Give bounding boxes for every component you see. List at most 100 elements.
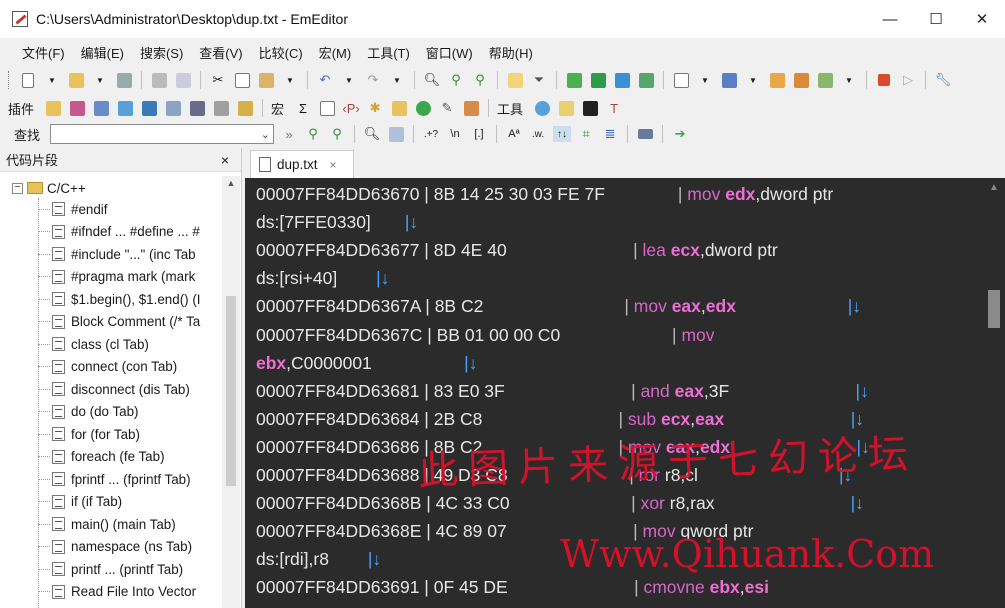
options-icon[interactable] — [636, 126, 654, 142]
paste-icon[interactable] — [257, 72, 275, 88]
menu-search[interactable]: 搜索(S) — [132, 43, 191, 62]
find-in-files-icon[interactable] — [390, 100, 408, 116]
html-bar-icon[interactable] — [212, 100, 230, 116]
word-count-icon[interactable] — [188, 100, 206, 116]
regex-toggle[interactable]: .+? — [422, 126, 440, 142]
scroll-thumb[interactable] — [226, 296, 236, 486]
play-macro-icon[interactable]: ▷ — [899, 72, 917, 88]
snippet-item[interactable]: do (do Tab) — [38, 401, 139, 424]
print-icon[interactable] — [150, 72, 168, 88]
find-prev-icon[interactable]: ⚲ — [471, 72, 489, 88]
find-icon[interactable]: 🔍︎ — [423, 72, 441, 88]
snippet-item[interactable]: #endif — [38, 198, 107, 221]
snippet-item[interactable]: #include "..." (inc Tab — [38, 243, 196, 266]
dropdown-arrow-icon[interactable]: ▼ — [840, 72, 858, 88]
maximize-button[interactable]: ☐ — [913, 0, 959, 38]
save-icon[interactable] — [115, 72, 133, 88]
menu-tools[interactable]: 工具(T) — [359, 43, 418, 62]
clipboard-icon[interactable] — [462, 100, 480, 116]
dropdown-arrow-icon[interactable]: ▼ — [744, 72, 762, 88]
snippet-item[interactable]: for (for Tab) — [38, 423, 140, 446]
dropdown-arrow-icon[interactable]: ▼ — [340, 72, 358, 88]
minimize-button[interactable]: — — [867, 0, 913, 38]
snippet-item[interactable]: fprintf ... (fprintf Tab) — [38, 468, 191, 491]
scroll-thumb[interactable] — [988, 290, 1000, 328]
find-prev-icon[interactable]: ⚲ — [328, 126, 346, 142]
projects-icon[interactable] — [116, 100, 134, 116]
filter-icon[interactable]: ⏷ — [530, 72, 548, 88]
snippets-icon[interactable] — [140, 100, 158, 116]
chevron-down-icon[interactable]: ⌄ — [261, 128, 270, 141]
snippet-item[interactable]: Read File Into Vector — [38, 581, 196, 604]
document-icon[interactable] — [672, 72, 690, 88]
copy-icon[interactable] — [233, 72, 251, 88]
character-map-icon[interactable] — [236, 100, 254, 116]
menu-compare[interactable]: 比较(C) — [251, 43, 311, 62]
snippet-item[interactable]: $1.begin(), $1.end() (I — [38, 288, 201, 311]
highlight-icon[interactable] — [506, 72, 524, 88]
new-file-icon[interactable] — [19, 72, 37, 88]
scroll-up-icon[interactable]: ▲ — [222, 178, 240, 194]
split-horizontal-icon[interactable] — [589, 72, 607, 88]
sigma-icon[interactable]: Σ — [294, 100, 312, 116]
chart-icon[interactable] — [816, 72, 834, 88]
tag-icon[interactable]: ‹P› — [342, 100, 360, 116]
snippet-item[interactable]: #ifndef ... #define ... # — [38, 221, 200, 244]
open-folder-icon[interactable] — [67, 72, 85, 88]
snippet-item[interactable]: if (if Tab) — [38, 491, 122, 514]
escape-toggle[interactable]: \n — [446, 126, 464, 142]
direction-toggle[interactable]: ↑↓ — [553, 126, 572, 142]
close-icon[interactable]: × — [221, 152, 229, 168]
menu-window[interactable]: 窗口(W) — [418, 43, 481, 62]
double-chevron-icon[interactable]: » — [280, 126, 298, 142]
bookmark-matches-icon[interactable]: ≣ — [601, 126, 619, 142]
toolbar-grip[interactable] — [8, 71, 11, 89]
pen-icon[interactable]: ✎ — [438, 100, 456, 116]
find-next-icon[interactable]: ⚲ — [304, 126, 322, 142]
find-all-icon[interactable] — [387, 126, 405, 142]
arrow-right-icon[interactable]: ➔ — [671, 126, 689, 142]
snippet-item[interactable]: main() (main Tab) — [38, 513, 176, 536]
run-tool-icon[interactable]: T — [605, 100, 623, 116]
find-input[interactable]: ⌄ — [50, 124, 275, 144]
menu-file[interactable]: 文件(F) — [14, 43, 73, 62]
menu-macro[interactable]: 宏(M) — [311, 43, 360, 62]
go-icon[interactable] — [414, 100, 432, 116]
print-preview-icon[interactable] — [174, 72, 192, 88]
snippet-item[interactable]: #pragma mark (mark — [38, 266, 195, 289]
snippet-item[interactable]: connect (con Tab) — [38, 356, 177, 379]
customize-icon[interactable] — [792, 72, 810, 88]
sparkle-icon[interactable]: ✱ — [366, 100, 384, 116]
snippets-scrollbar[interactable]: ▲ — [222, 176, 240, 608]
wildcard-toggle[interactable]: [.] — [470, 126, 488, 142]
snippet-item[interactable]: disconnect (dis Tab) — [38, 378, 190, 401]
snippet-item[interactable]: class (cl Tab) — [38, 333, 149, 356]
stop-record-icon[interactable] — [875, 72, 893, 88]
menu-view[interactable]: 查看(V) — [191, 43, 250, 62]
emeditor-app-icon[interactable] — [12, 11, 28, 27]
outline-icon[interactable] — [92, 100, 110, 116]
dropdown-arrow-icon[interactable]: ▼ — [91, 72, 109, 88]
close-button[interactable]: ✕ — [959, 0, 1005, 38]
command-prompt-icon[interactable] — [581, 100, 599, 116]
highlight-matches-icon[interactable]: ⌗ — [577, 126, 595, 142]
dropdown-arrow-icon[interactable]: ▼ — [281, 72, 299, 88]
whole-word-toggle[interactable]: .w. — [529, 126, 547, 142]
explorer-icon[interactable] — [44, 100, 62, 116]
snippet-item[interactable]: foreach (fe Tab) — [38, 446, 165, 469]
edit-macro-icon[interactable] — [318, 100, 336, 116]
editor-scrollbar[interactable]: ▲ — [983, 178, 1005, 608]
web-preview-icon[interactable] — [164, 100, 182, 116]
snippet-item[interactable]: Block Comment (/* Ta — [38, 311, 200, 334]
dropdown-arrow-icon[interactable]: ▼ — [696, 72, 714, 88]
globe-icon[interactable] — [533, 100, 551, 116]
notepad-icon[interactable] — [557, 100, 575, 116]
scroll-up-icon[interactable]: ▲ — [989, 182, 999, 193]
menu-edit[interactable]: 编辑(E) — [73, 43, 132, 62]
ctags-icon[interactable] — [68, 100, 86, 116]
encoding-icon[interactable] — [720, 72, 738, 88]
close-tab-icon[interactable]: × — [330, 158, 337, 172]
split-icon[interactable] — [565, 72, 583, 88]
properties-icon[interactable] — [768, 72, 786, 88]
undo-icon[interactable]: ↶ — [316, 72, 334, 88]
